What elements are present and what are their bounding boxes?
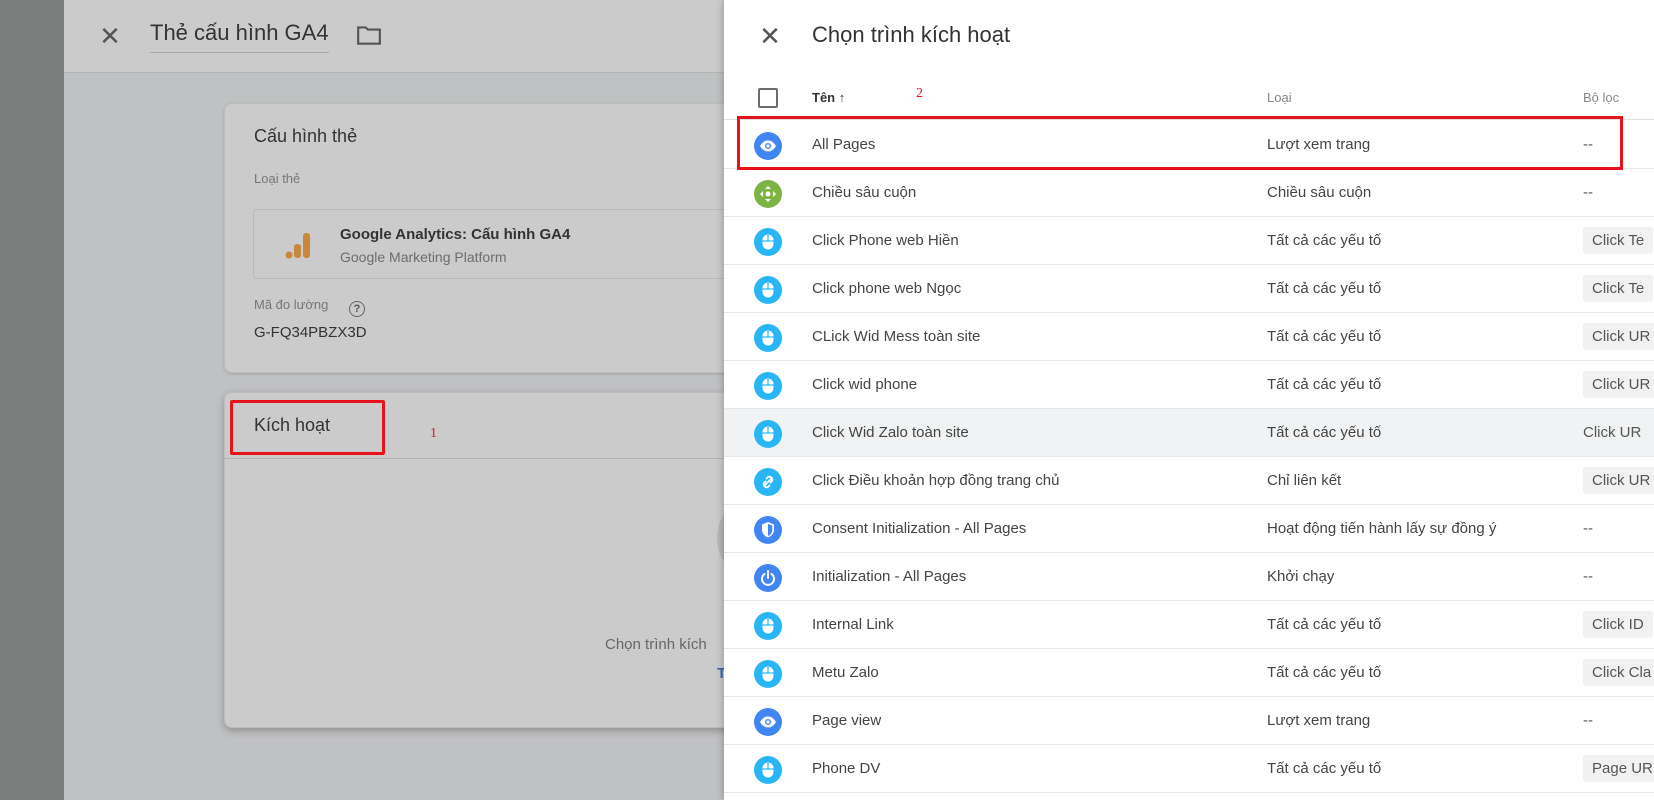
trigger-row[interactable]: Chiều sâu cuộn Chiều sâu cuộn -- — [724, 169, 1654, 217]
trigger-type: Tất cả các yếu tố — [1267, 280, 1382, 297]
mouse-click-icon — [754, 324, 782, 352]
column-header-filter[interactable]: Bộ lọc — [1583, 90, 1619, 105]
trigger-name: Chiều sâu cuộn — [812, 184, 917, 201]
trigger-type: Tất cả các yếu tố — [1267, 424, 1382, 441]
choose-trigger-text: Chọn trình kích — [605, 636, 707, 653]
trigger-filter: Click ID — [1583, 611, 1653, 638]
close-icon: ✕ — [759, 21, 781, 51]
mouse-click-icon — [754, 372, 782, 400]
trigger-type: Tất cả các yếu tố — [1267, 664, 1382, 681]
trigger-name: Click Wid Zalo toàn site — [812, 424, 969, 441]
panel-title: Chọn trình kích hoạt — [812, 22, 1011, 47]
eye-icon — [754, 708, 782, 736]
trigger-row[interactable]: Initialization - All Pages Khởi chạy -- — [724, 553, 1654, 601]
trigger-type: Tất cả các yếu tố — [1267, 328, 1382, 345]
trigger-filter: -- — [1583, 712, 1593, 729]
annotation-number-2: 2 — [916, 86, 923, 101]
trigger-filter: Click UR — [1583, 424, 1642, 441]
trigger-name: Click Điều khoản hợp đồng trang chủ — [812, 472, 1060, 489]
help-icon[interactable]: ? — [349, 301, 365, 317]
power-icon — [754, 564, 782, 592]
trigger-name: Click phone web Ngọc — [812, 280, 962, 297]
link-icon — [754, 468, 782, 496]
mouse-click-icon — [754, 756, 782, 784]
trigger-row[interactable]: CLick Wid Mess toàn site Tất cả các yếu t… — [724, 313, 1654, 361]
trigger-filter: -- — [1583, 520, 1593, 537]
trigger-row[interactable]: Consent Initialization - All Pages Hoạt đ… — [724, 505, 1654, 553]
trigger-row[interactable]: Click Phone web Hiền Tất cả các yếu tố Cli… — [724, 217, 1654, 265]
trigger-list: All Pages Lượt xem trang -- Chiều sâu cuộn C… — [724, 121, 1654, 793]
trigger-name: CLick Wid Mess toàn site — [812, 328, 981, 345]
column-header-type[interactable]: Loại — [1267, 90, 1292, 105]
trigger-row[interactable]: Click phone web Ngọc Tất cả các yếu tố Cli… — [724, 265, 1654, 313]
trigger-type: Tất cả các yếu tố — [1267, 232, 1382, 249]
tag-configuration-card[interactable]: Cấu hình thẻ Loại thẻ Google Analytics: … — [224, 103, 813, 373]
column-header-name[interactable]: Tên ↑ — [812, 90, 845, 105]
trigger-filter: -- — [1583, 184, 1593, 201]
trigger-filter: Click Te — [1583, 275, 1654, 302]
trigger-type: Lượt xem trang — [1267, 712, 1371, 729]
close-panel-button[interactable]: ✕ — [754, 20, 786, 52]
trigger-type: Chỉ liên kết — [1267, 472, 1342, 489]
trigger-filter: Click UR — [1583, 467, 1654, 494]
trigger-filter: Page UR — [1583, 755, 1654, 782]
mouse-click-icon — [754, 228, 782, 256]
close-tag-editor-button[interactable]: ✕ — [94, 20, 126, 52]
trigger-filter: Click Te — [1583, 227, 1654, 254]
select-all-checkbox[interactable] — [758, 88, 778, 108]
trigger-name: Click Phone web Hiền — [812, 232, 959, 249]
mouse-click-icon — [754, 612, 782, 640]
divider — [225, 458, 783, 459]
annotation-number-1: 1 — [430, 426, 437, 441]
annotation-box-1 — [230, 400, 385, 455]
mouse-click-icon — [754, 420, 782, 448]
trigger-name: Consent Initialization - All Pages — [812, 520, 1027, 537]
trigger-filter: Click UR — [1583, 323, 1654, 350]
trigger-filter: Click UR — [1583, 371, 1654, 398]
trigger-type: Tất cả các yếu tố — [1267, 760, 1382, 777]
trigger-row[interactable]: Internal Link Tất cả các yếu tố Click ID — [724, 601, 1654, 649]
tag-name-input[interactable]: Thẻ cấu hình GA4 — [150, 20, 329, 53]
sort-ascending-icon: ↑ — [838, 90, 846, 105]
trigger-row[interactable]: Page view Lượt xem trang -- — [724, 697, 1654, 745]
trigger-name: Internal Link — [812, 616, 894, 633]
trigger-name: Initialization - All Pages — [812, 568, 967, 585]
google-analytics-icon — [285, 233, 310, 259]
tag-type-vendor: Google Marketing Platform — [340, 249, 507, 265]
trigger-filter: -- — [1583, 568, 1593, 585]
tag-configuration-heading: Cấu hình thẻ — [254, 126, 358, 146]
app-sidebar — [0, 0, 64, 800]
tag-type-name: Google Analytics: Cấu hình GA4 — [340, 226, 571, 243]
trigger-type: Chiều sâu cuộn — [1267, 184, 1372, 201]
trigger-filter: Click Cla — [1583, 659, 1654, 686]
shield-icon — [754, 516, 782, 544]
trigger-type: Tất cả các yếu tố — [1267, 616, 1382, 633]
folder-icon[interactable] — [356, 24, 382, 46]
measurement-id-label: Mã đo lường — [254, 297, 329, 312]
trigger-row[interactable]: Phone DV Tất cả các yếu tố Page UR — [724, 745, 1654, 793]
scroll-depth-icon — [754, 180, 782, 208]
column-name-label: Tên — [812, 90, 836, 105]
trigger-row[interactable]: Click Điều khoản hợp đồng trang chủ Chỉ l… — [724, 457, 1654, 505]
trigger-name: Metu Zalo — [812, 664, 879, 681]
trigger-name: Phone DV — [812, 760, 881, 777]
trigger-row[interactable]: Click wid phone Tất cả các yếu tố Click UR — [724, 361, 1654, 409]
trigger-type: Hoạt động tiến hành lấy sự đồng ý — [1267, 520, 1497, 537]
table-header: Tên ↑ Loại Bộ lọc — [724, 80, 1654, 120]
tag-type-label: Loại thẻ — [254, 171, 301, 186]
trigger-type: Tất cả các yếu tố — [1267, 376, 1382, 393]
trigger-row[interactable]: Metu Zalo Tất cả các yếu tố Click Cla — [724, 649, 1654, 697]
trigger-name: Page view — [812, 712, 882, 729]
close-icon: ✕ — [99, 21, 121, 51]
trigger-name: Click wid phone — [812, 376, 918, 393]
measurement-id-value: G-FQ34PBZX3D — [254, 324, 367, 341]
mouse-click-icon — [754, 276, 782, 304]
trigger-type: Khởi chạy — [1267, 568, 1335, 585]
trigger-row[interactable]: Click Wid Zalo toàn site Tất cả các yếu t… — [724, 409, 1654, 457]
annotation-box-2 — [737, 116, 1623, 170]
mouse-click-icon — [754, 660, 782, 688]
